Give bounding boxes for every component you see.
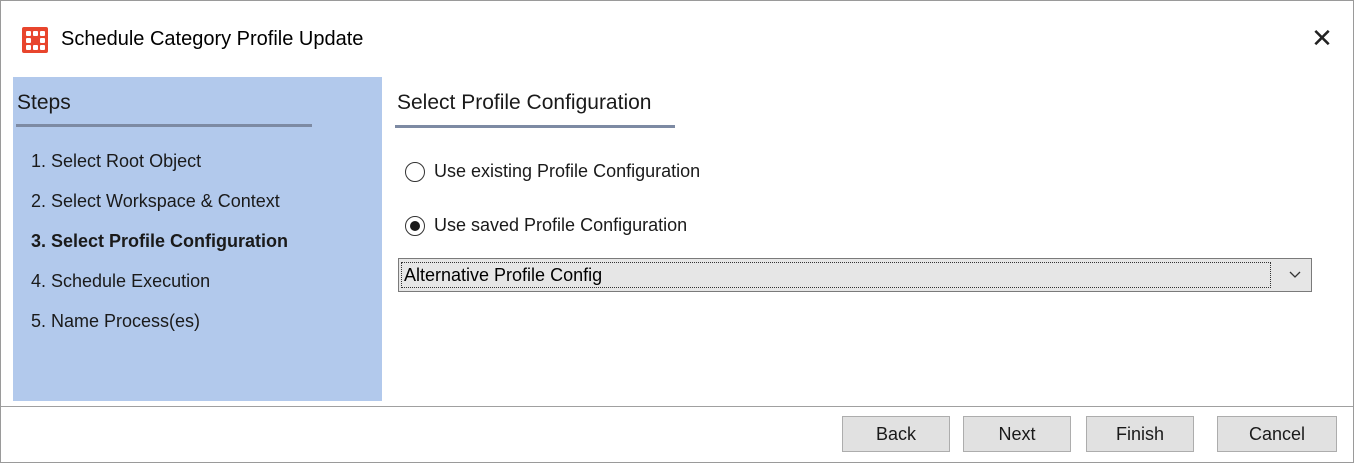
app-logo-icon — [22, 27, 48, 53]
footer-divider — [1, 406, 1353, 407]
back-button[interactable]: Back — [842, 416, 950, 452]
window-title: Schedule Category Profile Update — [61, 28, 364, 50]
title-bar: Schedule Category Profile Update ✕ — [1, 1, 1353, 77]
section-title-underline — [395, 125, 675, 128]
dialog-window: Schedule Category Profile Update ✕ Steps… — [0, 0, 1354, 463]
step-name-processes: 5. Name Process(es) — [31, 311, 201, 331]
close-icon[interactable]: ✕ — [1307, 23, 1337, 53]
use-saved-config-option[interactable]: Use saved Profile Configuration — [405, 215, 687, 236]
steps-heading-underline — [16, 124, 312, 127]
use-saved-config-radio[interactable] — [405, 215, 425, 236]
step-select-root-object: 1. Select Root Object — [31, 151, 202, 171]
cancel-button[interactable]: Cancel — [1217, 416, 1337, 452]
section-title: Select Profile Configuration — [397, 91, 652, 114]
saved-config-dropdown-value: Alternative Profile Config — [401, 262, 1271, 288]
use-existing-config-option[interactable]: Use existing Profile Configuration — [405, 161, 700, 182]
saved-config-dropdown[interactable]: Alternative Profile Config — [398, 258, 1312, 292]
step-schedule-execution: 4. Schedule Execution — [31, 271, 211, 291]
steps-heading: Steps — [17, 91, 71, 114]
chevron-down-icon[interactable] — [1289, 268, 1301, 280]
next-button[interactable]: Next — [963, 416, 1071, 452]
steps-list: 1. Select Root Object 2. Select Workspac… — [31, 149, 288, 349]
steps-panel: Steps 1. Select Root Object 2. Select Wo… — [13, 77, 382, 401]
use-saved-config-label: Use saved Profile Configuration — [434, 215, 688, 235]
step-select-workspace-context: 2. Select Workspace & Context — [31, 191, 280, 211]
step-select-profile-configuration: 3. Select Profile Configuration — [31, 231, 289, 251]
finish-button[interactable]: Finish — [1086, 416, 1194, 452]
use-existing-config-radio[interactable] — [405, 161, 425, 182]
use-existing-config-label: Use existing Profile Configuration — [434, 161, 701, 181]
